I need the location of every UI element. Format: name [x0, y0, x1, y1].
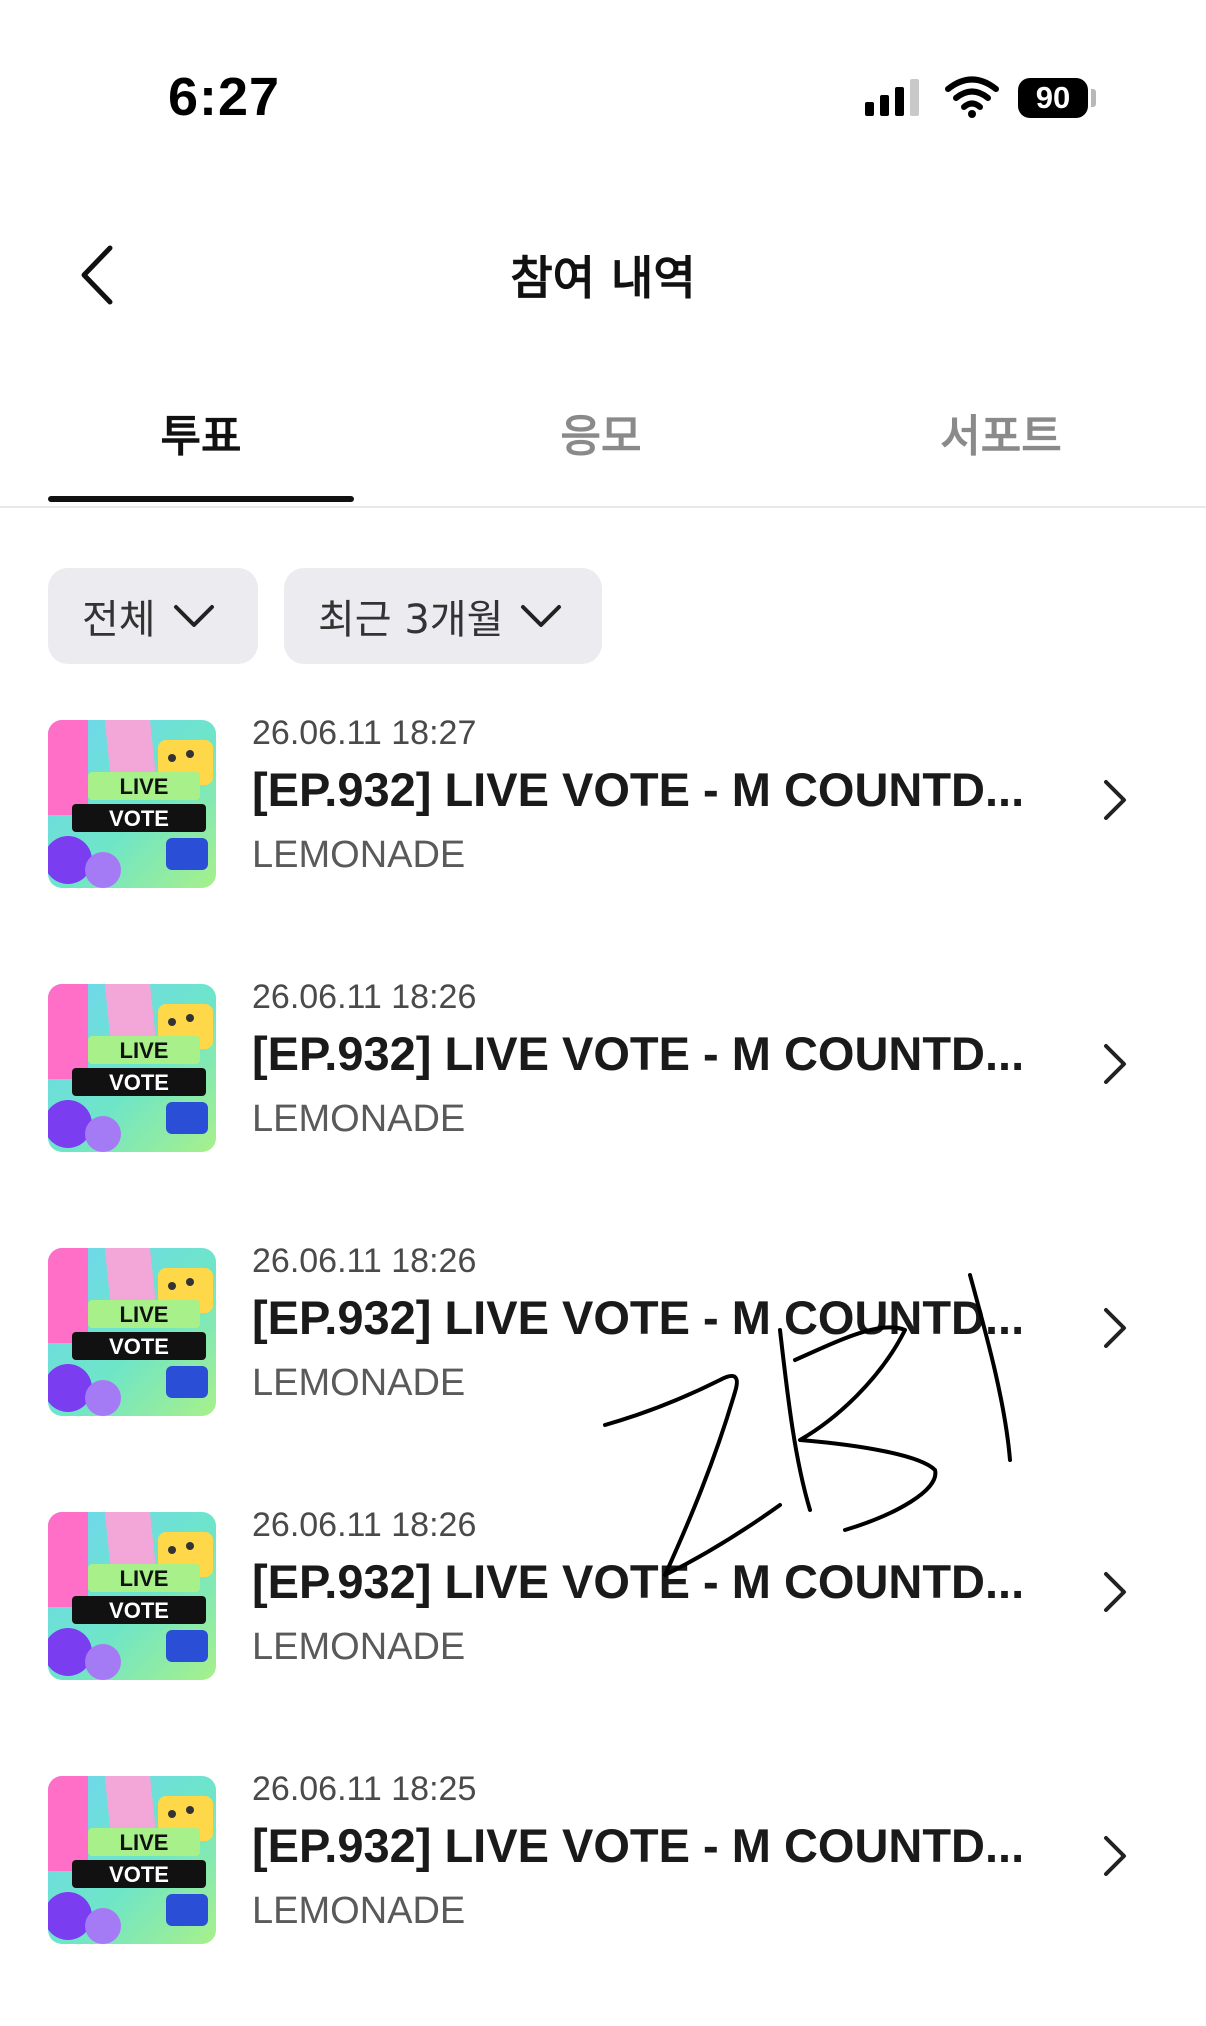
category-filter-dropdown[interactable]: 전체 [48, 568, 258, 664]
signal-icon [865, 79, 919, 116]
thumb-vote-text: VOTE [109, 1070, 169, 1095]
list-item[interactable]: LIVE VOTE 26.06.11 18:26 [EP.932] LIVE V… [0, 1492, 1206, 1692]
thumb-live-text: LIVE [120, 1566, 169, 1591]
thumb-live-text: LIVE [120, 774, 169, 799]
period-filter-dropdown[interactable]: 최근 3개월 [284, 568, 602, 664]
chevron-right-icon [1104, 1836, 1126, 1876]
vote-thumbnail: LIVE VOTE [48, 1248, 216, 1416]
vote-thumbnail: LIVE VOTE [48, 1776, 216, 1944]
item-date: 26.06.11 18:25 [252, 1770, 477, 1808]
item-title: [EP.932] LIVE VOTE - M COUNTD... [252, 1291, 1025, 1344]
thumb-vote-text: VOTE [109, 1598, 169, 1623]
item-title: [EP.932] LIVE VOTE - M COUNTD... [252, 1555, 1025, 1608]
item-subtitle: LEMONADE [252, 1362, 466, 1404]
page-title: 참여 내역 [510, 251, 696, 305]
category-filter-label: 전체 [82, 597, 156, 643]
item-title: [EP.932] LIVE VOTE - M COUNTD... [252, 1819, 1025, 1872]
thumb-live-text: LIVE [120, 1302, 169, 1327]
nav-bar: 참여 내역 [0, 200, 1206, 340]
chevron-right-icon [1104, 1044, 1126, 1084]
item-date: 26.06.11 18:26 [252, 978, 477, 1016]
item-subtitle: LEMONADE [252, 1626, 466, 1668]
item-subtitle: LEMONADE [252, 1098, 466, 1140]
item-title: [EP.932] LIVE VOTE - M COUNTD... [252, 1027, 1025, 1080]
list-item[interactable]: LIVE VOTE 26.06.11 18:27 [EP.932] LIVE V… [0, 700, 1206, 900]
status-bar: 6:27 90 [0, 0, 1206, 190]
list-item[interactable]: LIVE VOTE 26.06.11 18:25 [EP.932] LIVE V… [0, 1756, 1206, 1956]
item-date: 26.06.11 18:27 [252, 714, 477, 752]
list-item[interactable]: LIVE VOTE 26.06.11 18:26 [EP.932] LIVE V… [0, 964, 1206, 1164]
vote-thumbnail: LIVE VOTE [48, 1512, 216, 1680]
thumb-vote-text: VOTE [109, 1862, 169, 1887]
item-date: 26.06.11 18:26 [252, 1242, 477, 1280]
battery-nub [1091, 89, 1096, 107]
thumb-vote-text: VOTE [109, 1334, 169, 1359]
wifi-icon [945, 76, 999, 118]
item-date: 26.06.11 18:26 [252, 1506, 477, 1544]
item-subtitle: LEMONADE [252, 834, 466, 876]
thumb-live-text: LIVE [120, 1830, 169, 1855]
item-subtitle: LEMONADE [252, 1890, 466, 1932]
active-tab-indicator [48, 496, 354, 502]
thumb-live-text: LIVE [120, 1038, 169, 1063]
status-time: 6:27 [168, 67, 281, 127]
tab-support[interactable]: 서포트 [800, 400, 1202, 464]
chevron-right-icon [1104, 1308, 1126, 1348]
tab-vote[interactable]: 투표 [0, 400, 402, 464]
tab-bar: 투표 응모 서포트 [0, 370, 1206, 508]
period-filter-label: 최근 3개월 [318, 597, 504, 643]
item-title: [EP.932] LIVE VOTE - M COUNTD... [252, 763, 1025, 816]
battery-icon: 90 [1018, 78, 1088, 118]
vote-thumbnail: LIVE VOTE [48, 984, 216, 1152]
chevron-down-icon [521, 605, 562, 627]
vote-thumbnail: LIVE VOTE [48, 720, 216, 888]
chevron-right-icon [1104, 780, 1126, 820]
chevron-down-icon [173, 605, 214, 627]
list-item[interactable]: LIVE VOTE 26.06.11 18:26 [EP.932] LIVE V… [0, 1228, 1206, 1428]
chevron-right-icon [1104, 1572, 1126, 1612]
tab-entry[interactable]: 응모 [400, 400, 802, 464]
thumb-vote-text: VOTE [109, 806, 169, 831]
battery-level: 90 [1035, 80, 1071, 115]
